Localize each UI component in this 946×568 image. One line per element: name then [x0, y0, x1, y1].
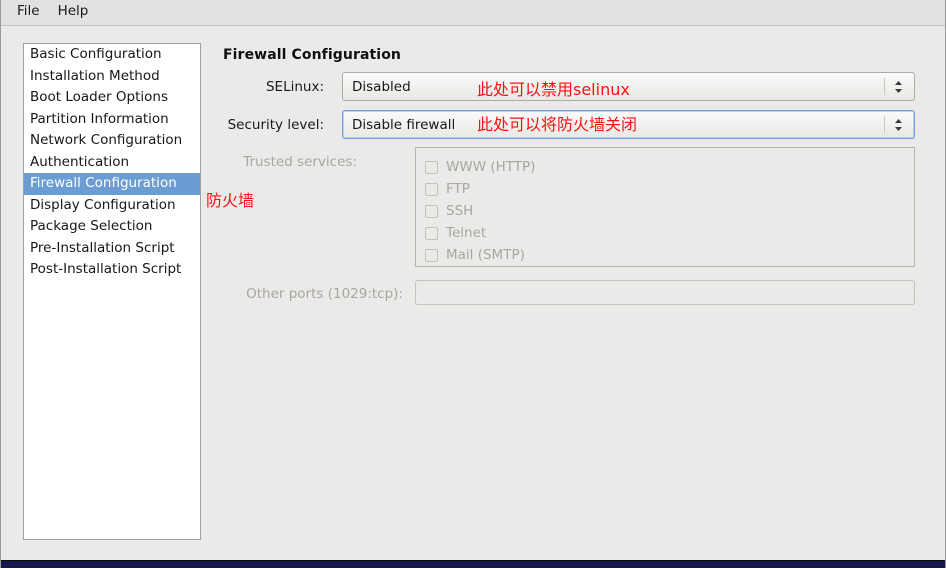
window-bottom-edge: [1, 560, 945, 568]
kickstart-configurator-window: File Help Basic Configuration Installati…: [0, 0, 946, 568]
sidebar-item-display-configuration[interactable]: Display Configuration: [24, 195, 200, 217]
menu-bar: File Help: [1, 0, 945, 26]
trusted-service-row[interactable]: Telnet: [425, 222, 914, 244]
annotation-selinux: 此处可以禁用selinux: [477, 80, 630, 99]
annotation-firewall-disable: 此处可以将防火墙关闭: [477, 115, 638, 134]
other-ports-label: Other ports (1029:tcp):: [246, 286, 403, 302]
checkbox-telnet[interactable]: [425, 226, 438, 240]
trusted-services-label: Trusted services:: [243, 154, 357, 170]
trusted-service-row[interactable]: WWW (HTTP): [425, 156, 914, 178]
chevron-updown-icon[interactable]: [882, 111, 914, 138]
chevron-updown-icon[interactable]: [882, 73, 914, 100]
checkbox-ftp[interactable]: [425, 182, 438, 196]
security-level-label: Security level:: [227, 117, 324, 133]
sidebar-item-package-selection[interactable]: Package Selection: [24, 216, 200, 238]
sidebar-item-installation-method[interactable]: Installation Method: [24, 66, 200, 88]
menu-file[interactable]: File: [8, 2, 49, 23]
sidebar-item-pre-installation-script[interactable]: Pre-Installation Script: [24, 238, 200, 260]
configuration-section-list[interactable]: Basic Configuration Installation Method …: [23, 43, 201, 540]
sidebar-item-partition-information[interactable]: Partition Information: [24, 109, 200, 131]
trusted-service-label: Telnet: [446, 225, 487, 241]
sidebar-item-firewall-configuration[interactable]: Firewall Configuration: [24, 173, 200, 195]
other-ports-input[interactable]: [415, 280, 915, 305]
sidebar-item-basic-configuration[interactable]: Basic Configuration: [24, 44, 200, 66]
trusted-service-row[interactable]: FTP: [425, 178, 914, 200]
menu-help[interactable]: Help: [49, 2, 98, 23]
annotation-firewall-sidebar: 防火墙: [206, 191, 255, 210]
trusted-services-group: WWW (HTTP) FTP SSH Telnet Mail (SMTP): [415, 147, 915, 267]
selinux-label: SELinux:: [265, 79, 324, 95]
checkbox-www-http[interactable]: [425, 160, 438, 174]
trusted-service-row[interactable]: SSH: [425, 200, 914, 222]
trusted-service-label: WWW (HTTP): [446, 159, 536, 175]
checkbox-mail-smtp[interactable]: [425, 248, 438, 262]
sidebar-item-authentication[interactable]: Authentication: [24, 152, 200, 174]
sidebar-item-network-configuration[interactable]: Network Configuration: [24, 130, 200, 152]
checkbox-ssh[interactable]: [425, 204, 438, 218]
trusted-service-label: FTP: [446, 181, 470, 197]
trusted-service-label: Mail (SMTP): [446, 247, 525, 263]
trusted-service-row[interactable]: Mail (SMTP): [425, 244, 914, 266]
trusted-service-label: SSH: [446, 203, 474, 219]
sidebar-item-post-installation-script[interactable]: Post-Installation Script: [24, 259, 200, 281]
sidebar-item-boot-loader-options[interactable]: Boot Loader Options: [24, 87, 200, 109]
page-title: Firewall Configuration: [223, 47, 401, 63]
